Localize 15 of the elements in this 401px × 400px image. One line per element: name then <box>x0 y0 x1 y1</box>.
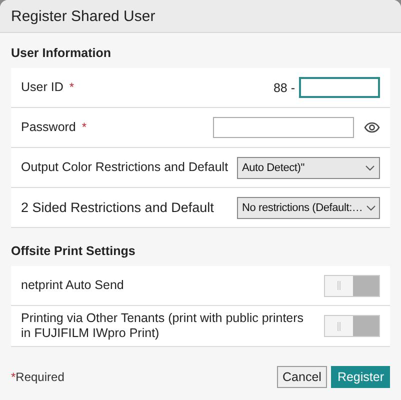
dialog-title: Register Shared User <box>11 8 156 24</box>
field-label: Password * <box>21 120 87 135</box>
field-label: netprint Auto Send <box>21 278 124 293</box>
dropdown[interactable]: No restrictions (Default:… <box>237 196 380 218</box>
field-label: Output Color Restrictions and Default <box>21 160 228 175</box>
field-label: 2 Sided Restrictions and Default <box>21 200 214 215</box>
field-label: Printing via Other Tenants (print with public printers in FUJIFILM IWpro Print) <box>21 311 305 341</box>
dropdown[interactable]: Auto Detect)" <box>237 156 380 178</box>
cancel-button[interactable]: Cancel <box>276 366 328 388</box>
section-title: User Information <box>11 46 112 60</box>
register-button[interactable]: Register <box>331 366 390 388</box>
required-note: *Required <box>11 370 64 384</box>
user-id-prefix: 88 - <box>273 80 295 94</box>
section-title: Offsite Print Settings <box>11 244 136 258</box>
field-label: User ID * <box>21 80 74 95</box>
